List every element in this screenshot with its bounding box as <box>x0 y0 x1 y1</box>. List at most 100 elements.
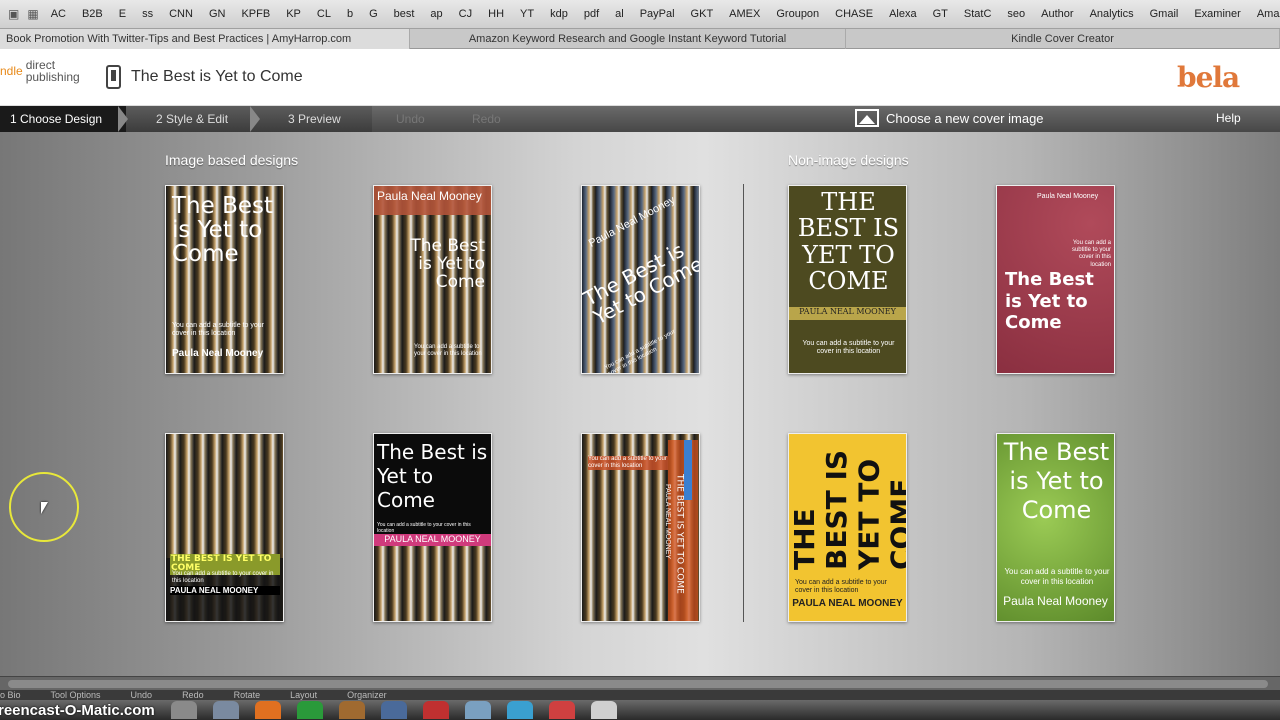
cover-design-8[interactable]: You can add a subtitle to your cover in … <box>581 433 700 622</box>
cover-accent-stripe <box>684 440 692 500</box>
chrome-icon[interactable] <box>548 701 575 719</box>
mouse-pointer-icon <box>41 502 48 514</box>
step-label: 1 Choose Design <box>10 112 103 126</box>
step-choose-design[interactable]: 1 Choose Design <box>0 106 128 132</box>
bookmark-item[interactable]: Author <box>1033 8 1081 20</box>
cover-author: PAULA NEAL MOONEY <box>792 598 903 609</box>
bookmark-item[interactable]: Examiner <box>1186 8 1248 20</box>
cover-design-3[interactable]: Paula Neal Mooney The Best is Yet to Com… <box>581 185 700 374</box>
undo-button[interactable]: Undo <box>396 112 425 126</box>
cover-design-5[interactable]: Paula Neal Mooney You can add a subtitle… <box>996 185 1115 374</box>
dock-app-icon[interactable] <box>170 701 197 719</box>
bookmark-item[interactable]: HH <box>480 8 512 20</box>
step-preview[interactable]: 3 Preview <box>258 106 372 132</box>
cover-author: Paula Neal Mooney <box>1003 594 1108 608</box>
bookmark-item[interactable]: CL <box>309 8 339 20</box>
bookmark-item[interactable]: seo <box>999 8 1033 20</box>
step-style-edit[interactable]: 2 Style & Edit <box>126 106 260 132</box>
help-link[interactable]: Help <box>1216 111 1241 125</box>
reading-list-icon[interactable]: ▣ <box>8 7 19 21</box>
bookmark-item[interactable]: CJ <box>451 8 480 20</box>
kdp-logo[interactable]: ndle direct publishing <box>0 59 86 83</box>
cover-title: THE BEST IS YET TO COME <box>788 449 907 570</box>
bookmark-item[interactable]: ap <box>422 8 450 20</box>
bookmark-item[interactable]: Amazon <box>1249 8 1280 20</box>
cover-design-9[interactable]: THE BEST IS YET TO COME You can add a su… <box>788 433 907 622</box>
cover-design-2[interactable]: Paula Neal Mooney The Best is Yet to Com… <box>373 185 492 374</box>
background-strip-item: o Bio <box>0 690 21 700</box>
cover-title: THE BEST IS YET TO COME <box>674 474 685 594</box>
dock-app-icon[interactable] <box>212 701 239 719</box>
bookmark-item[interactable]: pdf <box>576 8 607 20</box>
dock-app-icon[interactable] <box>422 701 449 719</box>
step-label: 2 Style & Edit <box>156 112 229 126</box>
cover-design-6[interactable]: THE BEST IS YET TO COME You can add a su… <box>165 433 284 622</box>
cover-design-7[interactable]: The Best is Yet to Come You can add a su… <box>373 433 492 622</box>
cover-author: PAULA NEAL MOONEY <box>799 307 896 316</box>
book-title: The Best is Yet to Come <box>131 68 303 85</box>
redo-button[interactable]: Redo <box>472 112 501 126</box>
cover-subtitle: You can add a subtitle to your cover in … <box>172 322 264 338</box>
bookmark-item[interactable]: KP <box>278 8 309 20</box>
bookmark-item[interactable]: Alexa <box>881 8 925 20</box>
app-header: ndle direct publishing The Best is Yet t… <box>0 49 1280 106</box>
bookmarks-bar: ▣ ▦ AC B2B Ess CNN GN KPFB KP CL b Gbest ap CJ HH YT k… <box>0 0 1280 29</box>
bookmark-item[interactable]: G <box>361 8 386 20</box>
cover-title: The Best is Yet to Come <box>410 236 485 292</box>
dock-app-icon[interactable] <box>338 701 365 719</box>
tab-kindle-cover-creator[interactable]: Kindle Cover Creator <box>846 29 1280 49</box>
dock-app-icon[interactable] <box>380 701 407 719</box>
cover-design-4[interactable]: THE BEST IS YET TO COME PAULA NEAL MOONE… <box>788 185 907 374</box>
cover-subtitle: You can add a subtitle to your cover in … <box>377 522 471 534</box>
horizontal-scrollbar[interactable] <box>0 676 1280 690</box>
bookmark-item[interactable]: ss <box>134 8 161 20</box>
cover-author: Paula Neal Mooney <box>172 348 264 359</box>
scrollbar-thumb[interactable] <box>8 680 1268 688</box>
tab-amyharrop[interactable]: Book Promotion With Twitter-Tips and Bes… <box>0 29 410 49</box>
bookmark-item[interactable]: PayPal <box>632 8 683 20</box>
bookmark-item[interactable]: AC <box>43 8 74 20</box>
firefox-icon[interactable] <box>254 701 281 719</box>
bookmark-item[interactable]: CNN <box>161 8 201 20</box>
bookmark-item[interactable]: b <box>339 8 361 20</box>
cover-design-10[interactable]: The Best is Yet to Come You can add a su… <box>996 433 1115 622</box>
cover-design-1[interactable]: The Best is Yet to Come You can add a su… <box>165 185 284 374</box>
excel-icon[interactable] <box>296 701 323 719</box>
bookmark-item[interactable]: Groupon <box>768 8 827 20</box>
bookmark-item[interactable]: StatC <box>956 8 1000 20</box>
wizard-toolbar: 1 Choose Design 2 Style & Edit 3 Preview… <box>0 106 1280 132</box>
bookmark-item[interactable]: CHASE <box>827 8 881 20</box>
cover-subtitle: You can add a subtitle to your cover in … <box>414 344 482 358</box>
background-strip-item: Tool Options <box>50 690 101 700</box>
bookmark-item[interactable]: YT <box>512 8 542 20</box>
bookmark-item[interactable]: GT <box>925 8 956 20</box>
cover-title: The Best is Yet to Come <box>172 193 274 268</box>
bookmark-item[interactable]: AMEX <box>721 8 768 20</box>
bookmark-item[interactable]: Analytics <box>1082 8 1142 20</box>
cover-subtitle: You can add a subtitle to your cover in … <box>603 328 677 374</box>
image-icon <box>855 109 879 127</box>
bookmark-item[interactable]: KPFB <box>233 8 278 20</box>
bookmark-item[interactable]: kdp <box>542 8 576 20</box>
dock-app-icon[interactable] <box>590 701 617 719</box>
safari-icon[interactable] <box>464 701 491 719</box>
cover-subtitle: You can add a subtitle to your cover in … <box>588 456 668 471</box>
cover-author: PAULA NEAL MOONEY <box>384 534 481 544</box>
bookmark-item[interactable]: Gmail <box>1142 8 1187 20</box>
bookmark-item[interactable]: GKT <box>683 8 722 20</box>
bookmark-item[interactable]: E <box>111 8 134 20</box>
bookmark-item[interactable]: GN <box>201 8 234 20</box>
skype-icon[interactable] <box>506 701 533 719</box>
bookmark-item[interactable]: B2B <box>74 8 111 20</box>
choose-cover-image-button[interactable]: Choose a new cover image <box>855 109 1044 127</box>
cover-author: PAULA NEAL MOONEY <box>664 484 671 560</box>
bookmark-item[interactable]: best <box>386 8 423 20</box>
tab-amazon-keyword[interactable]: Amazon Keyword Research and Google Insta… <box>410 29 846 49</box>
design-gallery: Image based designs Non-image designs Th… <box>0 132 1280 676</box>
bookmark-item[interactable]: al <box>607 8 632 20</box>
grid-icon[interactable]: ▦ <box>27 7 38 21</box>
cover-subtitle: You can add a subtitle to your cover in … <box>172 571 274 585</box>
book-title-area: The Best is Yet to Come <box>106 65 303 89</box>
mac-dock: reencast-O-Matic.com <box>0 700 1280 720</box>
brand-logo: bela <box>1177 61 1240 94</box>
